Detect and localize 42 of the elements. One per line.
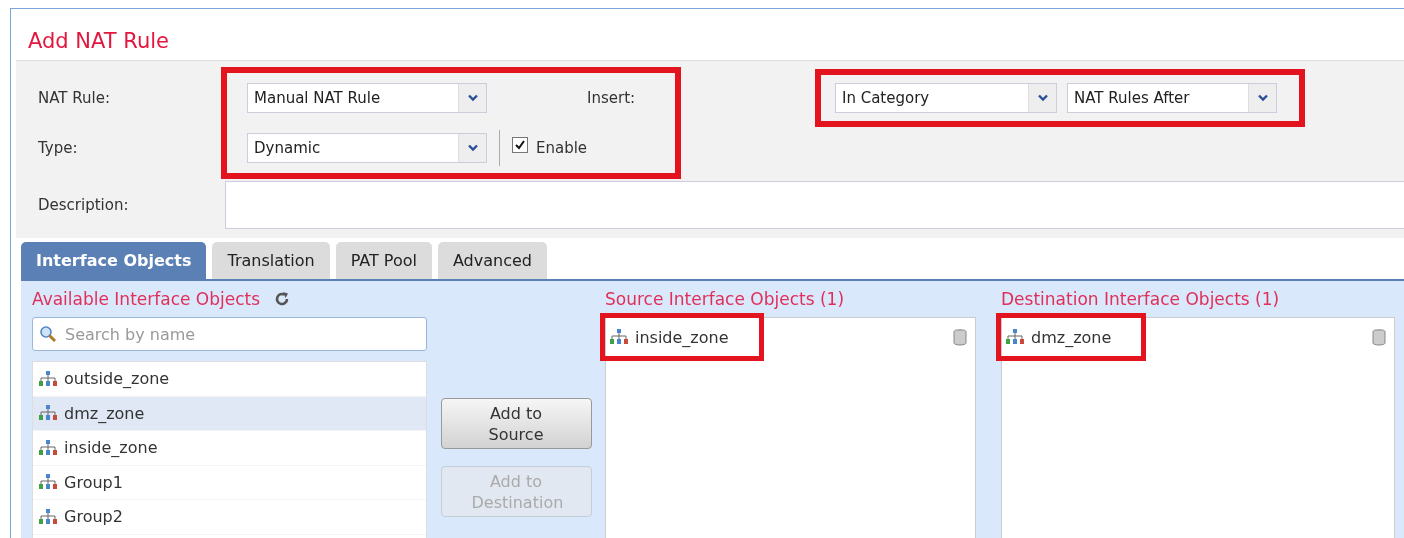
network-icon bbox=[38, 439, 58, 456]
network-icon bbox=[609, 329, 629, 345]
dropdown[interactable]: Manual NAT Rule bbox=[247, 83, 487, 113]
chevron-icon bbox=[1256, 94, 1269, 102]
network-icon bbox=[38, 508, 58, 525]
list-item[interactable]: inside_zone bbox=[33, 431, 426, 466]
list-item[interactable]: dmz_zone bbox=[33, 396, 426, 431]
section-title: Source Interface Objects (1) bbox=[605, 289, 844, 309]
dropdown[interactable]: In Category bbox=[835, 83, 1057, 113]
add-button[interactable]: Add to Source bbox=[440, 398, 592, 449]
list-item[interactable]: Group1 bbox=[33, 465, 426, 500]
tab[interactable]: Translation bbox=[212, 242, 330, 279]
search-field[interactable]: Search by name bbox=[32, 317, 427, 351]
chevron-icon bbox=[1036, 94, 1049, 102]
checkbox[interactable] bbox=[512, 137, 528, 153]
network-icon bbox=[38, 370, 58, 387]
network-icon bbox=[1005, 329, 1025, 345]
field-label: NAT Rule: bbox=[38, 89, 110, 107]
tab[interactable]: PAT Pool bbox=[335, 242, 432, 279]
dropdown[interactable]: Dynamic bbox=[247, 133, 487, 163]
section-title: Available Interface Objects bbox=[32, 289, 261, 309]
trash-icon[interactable] bbox=[1372, 328, 1386, 346]
list-item[interactable]: outside_zone bbox=[33, 362, 426, 397]
section-title: Destination Interface Objects (1) bbox=[1001, 289, 1280, 309]
checkbox-label: Enable bbox=[536, 139, 588, 157]
tab[interactable]: Interface Objects bbox=[21, 242, 207, 279]
refresh-icon[interactable] bbox=[274, 291, 291, 307]
description-field[interactable] bbox=[225, 181, 1404, 229]
field-label: Insert: bbox=[587, 89, 636, 107]
field-label: Description: bbox=[37, 196, 130, 214]
list-item[interactable]: Group2 bbox=[33, 500, 426, 535]
dropdown[interactable]: NAT Rules After bbox=[1067, 83, 1277, 113]
network-icon bbox=[38, 474, 58, 491]
tab[interactable]: Advanced bbox=[437, 242, 547, 279]
selected-object[interactable]: inside_zone bbox=[600, 313, 764, 361]
network-icon bbox=[38, 405, 58, 422]
field-label: Type: bbox=[38, 139, 78, 157]
chevron-icon bbox=[466, 144, 479, 152]
selected-object[interactable]: dmz_zone bbox=[996, 313, 1147, 361]
window-title: Add NAT Rule bbox=[27, 28, 170, 55]
trash-icon[interactable] bbox=[953, 328, 967, 346]
chevron-icon bbox=[466, 94, 479, 102]
